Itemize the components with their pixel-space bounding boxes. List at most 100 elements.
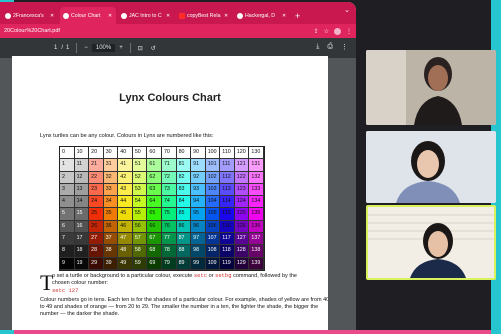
colour-cell: 41 [118, 159, 133, 172]
tab-copybest[interactable]: copyBest Rela ✕ [176, 7, 232, 24]
doc-icon [5, 12, 11, 19]
colour-cell: 117 [220, 233, 235, 246]
close-icon[interactable]: ✕ [282, 13, 287, 19]
participant-video-2[interactable] [366, 131, 496, 203]
address-bar[interactable]: 20Colour%20Chart.pdf ⇪ ☆ ⋮ [0, 24, 356, 38]
colour-cell: 32 [103, 171, 119, 184]
page-number-input[interactable]: 1 [52, 45, 59, 51]
colour-cell: 44 [118, 196, 133, 209]
colour-cell: 74 [161, 196, 177, 209]
pdf-toolbar: 1 / 1 − 100% + ⊡ ↺ ⤓ ⎙ ⋮ [0, 38, 356, 58]
colour-cell: 118 [220, 245, 235, 258]
participant-video-3-active-speaker[interactable] [366, 205, 496, 280]
colour-cell: 95 [191, 208, 206, 221]
zoom-out-button[interactable]: − [84, 45, 88, 51]
close-icon[interactable]: ✕ [166, 13, 171, 19]
print-icon[interactable]: ⎙ [327, 43, 333, 51]
menu-icon[interactable]: ⋮ [346, 28, 352, 35]
colour-cell: 34 [103, 196, 119, 209]
tab-colour-chart[interactable]: Colour Chart ✕ [60, 7, 116, 24]
tab-hackergal[interactable]: Hackergal, D ✕ [234, 7, 290, 24]
colour-cell: 17 [74, 233, 90, 246]
colour-cell: 70 [161, 147, 177, 160]
colour-cell: 84 [176, 196, 192, 209]
colour-cell: 49 [118, 257, 133, 270]
share-icon[interactable]: ⇪ [314, 28, 319, 35]
colour-cell: 81 [176, 159, 192, 172]
divider [76, 43, 78, 53]
address-actions: ⇪ ☆ ⋮ [314, 27, 352, 35]
colour-cell: 121 [234, 159, 250, 172]
colour-cell: 11 [74, 159, 90, 172]
colour-cell: 93 [191, 183, 206, 197]
colour-cell: 127 [234, 233, 250, 246]
zoom-in-button[interactable]: + [119, 45, 123, 51]
colour-cell: 123 [234, 183, 250, 197]
colour-cell: 115 [220, 208, 235, 221]
chevron-down-icon[interactable]: ⌄ [344, 6, 350, 14]
close-icon[interactable]: ✕ [108, 13, 113, 19]
colour-cell: 104 [205, 196, 221, 209]
tab-label: Hackergal, D [245, 12, 275, 19]
colour-cell: 114 [220, 196, 235, 209]
close-icon[interactable]: ✕ [50, 13, 55, 19]
colour-cell: 30 [103, 147, 119, 160]
colour-cell: 19 [74, 257, 90, 270]
youtube-icon [179, 12, 185, 19]
download-icon[interactable]: ⤓ [316, 43, 319, 51]
colour-cell: 133 [249, 183, 264, 197]
colour-cell: 67 [147, 233, 162, 246]
colour-cell: 36 [103, 220, 119, 234]
colour-cell: 31 [103, 159, 119, 172]
colour-cell: 5 [60, 208, 75, 221]
colour-cell: 112 [220, 171, 235, 184]
participant-image [366, 131, 496, 203]
colour-cell: 47 [118, 233, 133, 246]
tab-francesca[interactable]: 2Francesca's ✕ [2, 7, 58, 24]
colour-cell: 24 [89, 196, 104, 209]
colour-cell: 58 [132, 245, 148, 258]
colour-cell: 87 [176, 233, 192, 246]
colour-cell: 137 [249, 233, 264, 246]
divider [129, 43, 131, 53]
colour-cell: 57 [132, 233, 148, 246]
participant-image [366, 50, 496, 125]
colour-cell: 120 [234, 147, 250, 160]
colour-cell: 101 [205, 159, 221, 172]
url-text[interactable]: 20Colour%20Chart.pdf [4, 28, 314, 34]
colour-cell: 35 [103, 208, 119, 221]
zoom-level-input[interactable]: 100% [91, 44, 116, 52]
colour-cell: 61 [147, 159, 162, 172]
tab-label: copyBest Rela [187, 12, 221, 19]
colour-cell: 60 [147, 147, 162, 160]
colour-cell: 48 [118, 245, 133, 258]
colour-cell: 134 [249, 196, 264, 209]
colour-cell: 62 [147, 171, 162, 184]
colour-cell: 77 [161, 233, 177, 246]
colour-cell: 20 [89, 147, 104, 160]
colour-cell: 132 [249, 171, 264, 184]
colour-cell: 55 [132, 208, 148, 221]
colour-cell: 54 [132, 196, 148, 209]
colour-cell: 25 [89, 208, 104, 221]
avatar[interactable] [334, 27, 341, 35]
fit-page-icon[interactable]: ⊡ [138, 45, 143, 52]
colour-cell: 71 [161, 159, 177, 172]
star-icon[interactable]: ☆ [324, 28, 329, 35]
colour-cell: 68 [147, 245, 162, 258]
new-tab-button[interactable]: + [295, 11, 300, 21]
colour-cell: 40 [118, 147, 133, 160]
colour-cell: 129 [234, 257, 250, 270]
participant-video-1[interactable] [366, 50, 496, 125]
close-icon[interactable]: ✕ [224, 13, 229, 19]
more-icon[interactable]: ⋮ [341, 43, 348, 51]
colour-cell: 103 [205, 183, 221, 197]
colour-cell: 50 [132, 147, 148, 160]
rotate-icon[interactable]: ↺ [151, 45, 156, 52]
colour-cell: 136 [249, 220, 264, 234]
page-total: 1 [66, 45, 70, 51]
colour-cell: 29 [89, 257, 104, 270]
colour-cell: 63 [147, 183, 162, 197]
colour-cell: 64 [147, 196, 162, 209]
tab-jac-intro[interactable]: JAC Intro to C ✕ [118, 7, 174, 24]
